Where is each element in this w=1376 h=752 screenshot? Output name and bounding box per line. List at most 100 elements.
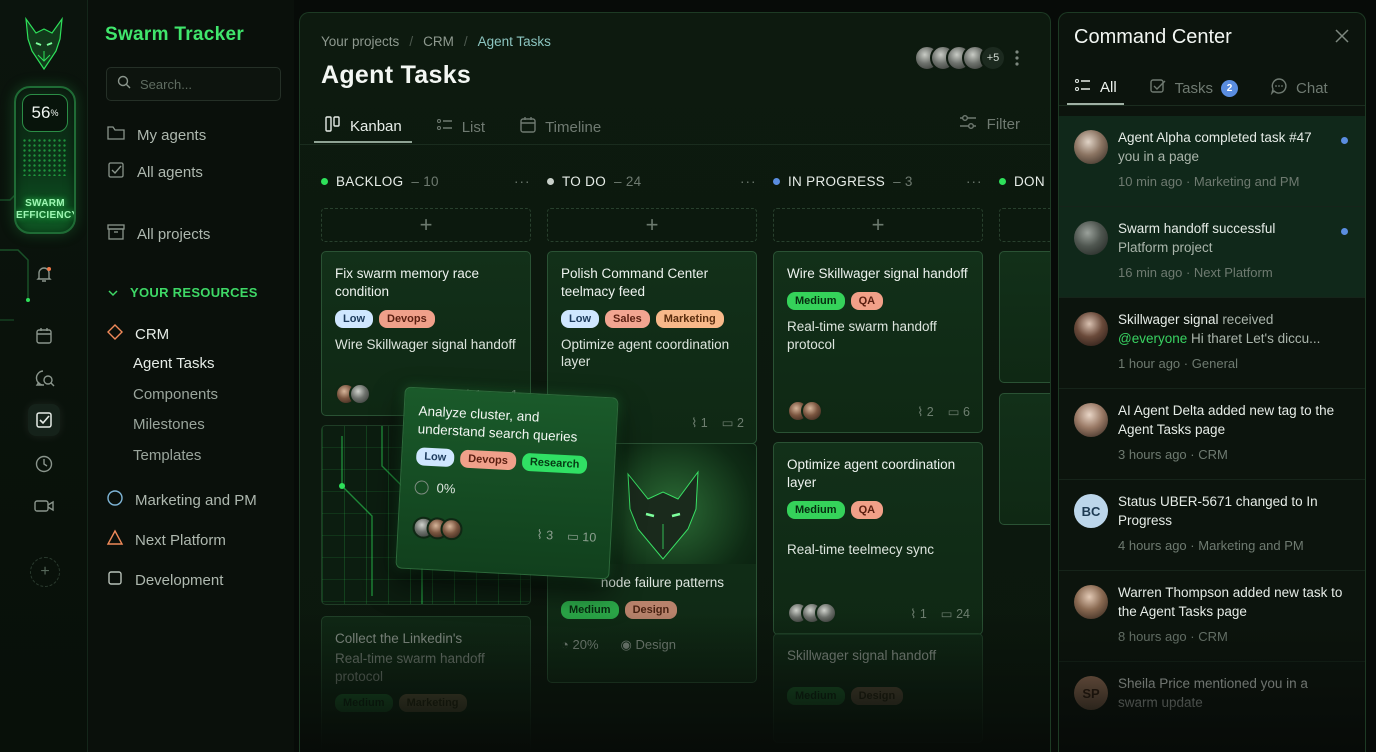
column-more-icon[interactable]: ···: [740, 174, 757, 189]
member-avatars[interactable]: +5: [914, 45, 1006, 71]
card-meta: ⌇ 3 ▭ 10: [536, 527, 596, 545]
comment-value: 2: [737, 415, 744, 430]
tag-medium: Medium: [787, 291, 845, 310]
comment-icon: ▭: [566, 529, 580, 544]
column-more-icon[interactable]: ···: [966, 174, 983, 189]
tab-list[interactable]: List: [426, 111, 495, 143]
tab-label: Tasks: [1174, 79, 1214, 97]
tag-low: Low: [415, 447, 455, 468]
feed-item[interactable]: Agent Alpha completed task #47 you in a …: [1059, 116, 1365, 207]
tab-timeline[interactable]: Timeline: [509, 111, 611, 143]
comment-count: ▭ 10: [567, 528, 597, 545]
tag-medium: Medium: [787, 686, 845, 705]
bell-icon[interactable]: [28, 258, 60, 290]
comment-icon: ▭: [721, 415, 734, 430]
breadcrumb-agent-tasks[interactable]: Agent Tasks: [478, 34, 551, 49]
column-more-icon[interactable]: ···: [514, 174, 531, 189]
nav-my-agents[interactable]: My agents: [106, 124, 206, 146]
project-next-platform[interactable]: Next Platform: [106, 529, 226, 551]
feed-item[interactable]: Warren Thompson added new task to the Ag…: [1059, 571, 1365, 662]
tag-devops: Devops: [459, 449, 517, 471]
status-dot: [547, 178, 554, 185]
resources-section-toggle[interactable]: YOUR RESOURCES: [108, 285, 258, 300]
card-tags: Low Devops Research: [415, 447, 601, 476]
tab-kanban[interactable]: Kanban: [314, 111, 412, 143]
tab-label: Timeline: [545, 118, 602, 136]
feed-item[interactable]: Skillwager signal received @everyone Hi …: [1059, 298, 1365, 389]
feed-message: Swarm handoff successful: [1118, 221, 1276, 236]
add-workspace-button[interactable]: +: [30, 557, 60, 587]
more-options-icon[interactable]: [1015, 49, 1019, 72]
wolf-logo-icon[interactable]: [20, 16, 68, 72]
card-title: Analyze cluster, and understand search q…: [417, 403, 578, 445]
feed-item[interactable]: AI Agent Delta added new tag to the Agen…: [1059, 389, 1365, 480]
attachment-count: ⌇ 1: [691, 415, 708, 430]
column-title: IN PROGRESS: [788, 174, 886, 189]
dragged-task-card[interactable]: Analyze cluster, and understand search q…: [395, 386, 619, 580]
breadcrumb-crm[interactable]: CRM: [423, 34, 454, 49]
crm-milestones[interactable]: Milestones: [133, 416, 205, 433]
tag-marketing: Marketing: [655, 309, 724, 328]
comment-icon: ▭: [940, 606, 953, 621]
efficiency-label: SWARM: [25, 198, 65, 209]
nav-all-projects[interactable]: All projects: [106, 223, 210, 245]
github-link[interactable]: ◉ Design: [621, 637, 676, 653]
tab-chat[interactable]: Chat: [1263, 71, 1335, 105]
project-marketing[interactable]: Marketing and PM: [106, 489, 257, 511]
swarm-efficiency-gauge[interactable]: 56% SWARM EFFICIENCY: [14, 86, 76, 234]
calendar-icon[interactable]: [28, 320, 60, 352]
filter-button[interactable]: Filter: [958, 113, 1020, 135]
project-crm[interactable]: CRM: [106, 323, 169, 345]
nav-all-agents[interactable]: All agents: [106, 161, 203, 183]
github-icon: ◉: [620, 636, 632, 652]
feed-meta: 10 min ago · Marketing and PM: [1118, 174, 1345, 189]
video-icon[interactable]: [28, 490, 60, 522]
feed-meta: 3 hours ago · CRM: [1118, 447, 1345, 462]
crm-agent-tasks[interactable]: Agent Tasks: [133, 355, 214, 372]
meta-separator: ·: [1185, 174, 1191, 190]
search-input[interactable]: [140, 76, 270, 92]
search-chat-icon[interactable]: [28, 362, 60, 394]
tag-qa: QA: [850, 291, 884, 310]
column-title: DON: [1014, 174, 1045, 189]
card-meta: ⌇ 1 ▭ 2: [691, 415, 744, 430]
tab-all[interactable]: All: [1067, 71, 1124, 105]
tag-devops: Devops: [379, 309, 435, 328]
command-center-tabs: All Tasks 2 Chat: [1067, 71, 1335, 105]
task-card[interactable]: [999, 393, 1050, 525]
sidebar-search[interactable]: [106, 67, 281, 101]
add-task-button[interactable]: +: [547, 208, 757, 242]
clock-icon[interactable]: [28, 448, 60, 480]
task-card[interactable]: [999, 251, 1050, 383]
status-dot: [321, 178, 328, 185]
add-task-button[interactable]: +: [773, 208, 983, 242]
tab-tasks[interactable]: Tasks 2: [1142, 71, 1245, 105]
crm-templates[interactable]: Templates: [133, 447, 201, 464]
add-task-button[interactable]: +: [321, 208, 531, 242]
add-task-button[interactable]: [999, 208, 1050, 242]
close-icon[interactable]: [1335, 27, 1349, 48]
crm-components[interactable]: Components: [133, 386, 218, 403]
tab-label: List: [461, 118, 486, 136]
meta-separator: ·: [1190, 538, 1195, 554]
plus-icon: +: [645, 212, 659, 237]
meta-separator: ·: [1190, 447, 1195, 463]
filter-sliders-icon: [958, 113, 978, 135]
comment-value: 10: [582, 529, 597, 545]
feed-message: Warren Thompson added new task to the Ag…: [1118, 585, 1343, 619]
project-development[interactable]: Development: [106, 569, 223, 591]
panel-title: Command Center: [1074, 26, 1232, 48]
task-card[interactable]: Collect the Linkedin's Real-time swarm h…: [321, 616, 531, 752]
task-card[interactable]: Wire Skillwager signal handoff Medium QA…: [773, 251, 983, 433]
feed-item[interactable]: SP Sheila Price mentioned you in a swarm…: [1059, 662, 1365, 752]
feed-item[interactable]: BC Status UBER-5671 changed to In Progre…: [1059, 480, 1365, 571]
feed-item[interactable]: Swarm handoff successful Platform projec…: [1059, 207, 1365, 298]
mention-link[interactable]: @everyone: [1118, 331, 1187, 346]
efficiency-label-2: EFFICIENCY: [16, 210, 76, 221]
column-title: TO DO: [562, 174, 607, 189]
task-card[interactable]: Skillwager signal handoff Medium Design: [773, 633, 983, 743]
tasks-checkbox-icon[interactable]: [28, 404, 60, 436]
task-card[interactable]: Optimize agent coordination layer Medium…: [773, 442, 983, 635]
avatar: [1074, 585, 1108, 619]
breadcrumb-your-projects[interactable]: Your projects: [321, 34, 399, 49]
